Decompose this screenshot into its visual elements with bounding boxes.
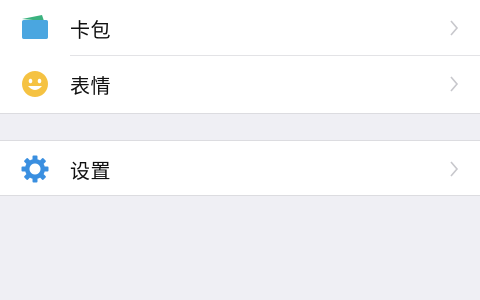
menu-item-label: 卡包 bbox=[70, 17, 111, 42]
chevron-right-icon bbox=[434, 56, 474, 112]
menu-group-settings: 设置 bbox=[0, 140, 480, 196]
menu-item-label: 设置 bbox=[70, 158, 111, 183]
chevron-right-icon bbox=[434, 141, 474, 197]
emoji-smile-icon bbox=[0, 56, 70, 112]
me-settings-screen: 卡包 表情 设置 bbox=[0, 0, 480, 300]
menu-item-card-wallet[interactable]: 卡包 bbox=[0, 0, 480, 56]
menu-group-top: 卡包 表情 bbox=[0, 0, 480, 114]
card-wallet-icon bbox=[0, 0, 70, 56]
gear-icon bbox=[0, 141, 70, 197]
chevron-right-icon bbox=[434, 0, 474, 56]
menu-item-settings[interactable]: 设置 bbox=[0, 141, 480, 197]
menu-item-emoji[interactable]: 表情 bbox=[0, 56, 480, 112]
menu-item-label: 表情 bbox=[70, 73, 111, 98]
